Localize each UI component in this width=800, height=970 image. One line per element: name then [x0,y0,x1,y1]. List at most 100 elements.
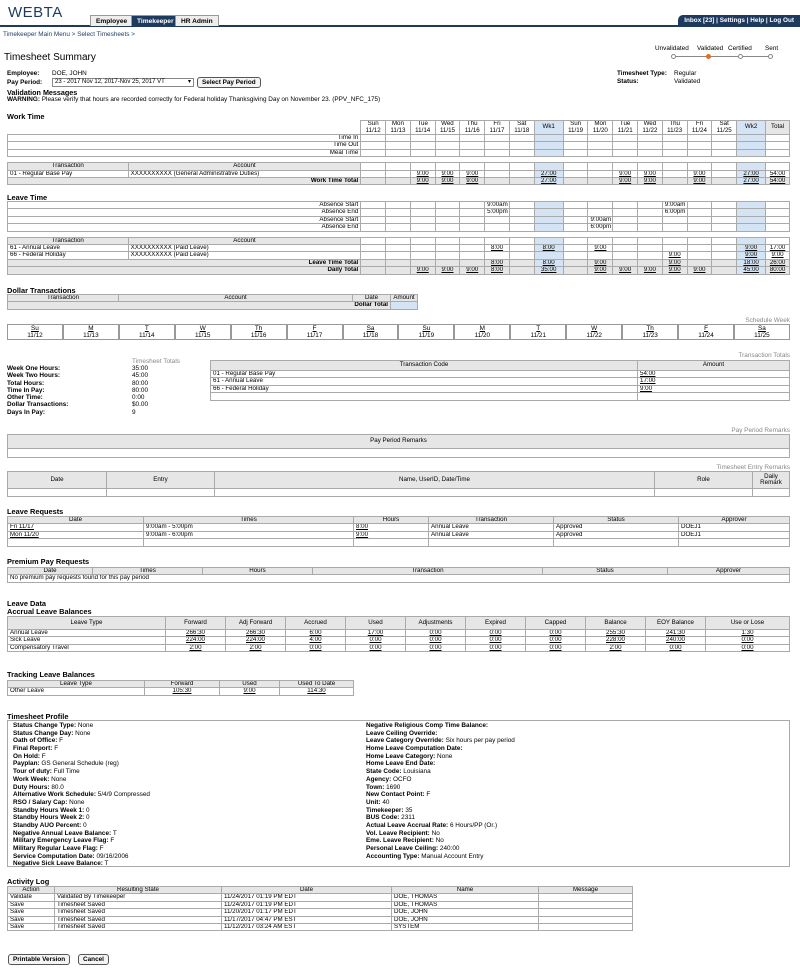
profile-row: Oath of Office: F [13,737,150,745]
time-cell [409,244,436,253]
schedule-day: M 11/13 [62,324,119,340]
time-cell [661,244,688,253]
help-link[interactable]: Help [750,17,764,24]
pay-period-remarks-table: Pay Period Remarks [7,434,790,458]
col-header: EOY Balance [645,616,706,630]
pay-period-select[interactable]: 23 - 2017 Nov 12, 2017-Nov 25, 2017 VT ▾ [52,78,194,87]
time-cell [587,236,614,246]
transaction-cell: 61 - Annual Leave [7,244,129,253]
inbox-link[interactable]: Inbox [23] [684,17,714,24]
tab-timekeeper[interactable]: Timekeeper [131,15,180,26]
time-cell: 9:00 [434,169,461,179]
profile-row: Home Leave Category: None [366,753,515,761]
time-cell [562,162,589,171]
breadcrumb-current[interactable]: Select Timesheets [77,31,129,38]
profile-row: Payplan: GS General Schedule (reg) [13,760,150,768]
table-cell [7,538,144,547]
settings-link[interactable]: Settings [720,17,745,24]
select-pay-period-button[interactable]: Select Pay Period [197,77,261,88]
time-cell [484,251,510,260]
table-cell: 0:00 [525,636,586,645]
time-cell: 54:00 [765,169,790,179]
profile-label: Alternative Work Schedule: [13,791,96,799]
time-cell [686,236,713,246]
time-cell [409,200,436,210]
table-cell: 8:00 [353,523,429,532]
day-date: 11/24 [691,126,707,134]
printable-version-button[interactable]: Printable Version [8,954,71,965]
logout-link[interactable]: Log Out [770,17,795,24]
profile-label: Standby Hours Week 1: [13,806,85,814]
pay-period-remarks-label: Pay Period Remarks [731,427,790,434]
table-cell: Validated By Timekeeper [54,893,222,902]
time-cell [385,200,411,210]
tab-employee[interactable]: Employee [90,15,134,26]
total-label: Week One Hours: [7,365,61,372]
col-header: Account [127,236,362,246]
table-cell: 224:00 [165,636,226,645]
col-header: Adjustments [405,616,466,630]
time-cell [360,223,387,232]
time-cell [562,141,589,150]
table-cell: 0:00 [285,643,346,653]
dollar-total-label: Dollar Total [7,301,391,310]
total-label: Total Hours: [7,379,45,387]
schedule-day-date: 11/16 [250,332,267,339]
remarks-content[interactable] [7,448,790,458]
profile-row: Alternative Work Schedule: 5/4/9 Compres… [13,791,150,799]
breadcrumb-main[interactable]: Timekeeper Main Menu [3,31,70,38]
time-cell [409,251,436,260]
profile-value: T [104,860,109,868]
schedule-day-date: 11/15 [194,332,211,339]
time-cell [484,148,510,158]
time-cell [360,162,387,171]
total-value: 80:00 [132,386,148,394]
col-header: Action [7,885,55,895]
time-cell [711,258,738,268]
table-cell [538,893,633,902]
profile-value: F [54,745,59,753]
time-cell [562,177,589,186]
time-cell [508,208,535,217]
cancel-button[interactable]: Cancel [78,954,109,965]
day-header: Fri 11/24 [686,120,713,135]
profile-row: RSO / Salary Cap: None [13,799,150,807]
time-cell [587,177,614,186]
table-cell: DOE, JOHN [391,908,539,917]
time-cell [765,133,790,143]
tx-code: 61 - Annual Leave [210,377,638,386]
time-cell [765,162,790,171]
time-cell [459,208,486,217]
step-dot [671,54,676,59]
time-cell [661,236,688,246]
validation-message: WARNING: Please verify that hours are re… [7,96,380,103]
time-cell [508,266,535,275]
time-cell [409,133,436,143]
tab-hr-admin[interactable]: HR Admin [175,15,219,26]
profile-value: Six hours per pay period [445,737,515,745]
time-cell: 9:00 [459,266,486,275]
table-row: Action Resulting State Date Name Message [7,885,633,895]
time-cell: 54:00 [765,177,790,186]
time-cell: 9:00 [434,177,461,186]
time-cell [736,208,767,217]
time-cell [661,133,688,143]
total-row: Dollar Transactions: $0.00 [7,401,148,408]
time-cell [736,215,767,225]
table-row: Leave Type Forward Used Used To Date [7,679,354,689]
account-cell: XXXXXXXXXX (Paid Leave) [127,244,362,253]
profile-row: Negative Annual Leave Balance: T [13,830,150,838]
tracking-table: Leave Type Forward Used Used To Date Other L… [7,679,354,696]
work-time-grid: Sun 11/12 Mon 11/13 Tue 11/14 Wed 11/15 Thu 11/16… [6,120,790,186]
time-cell [459,244,486,253]
premium-table: Date Times Hours Transaction Status Approver … [7,566,790,583]
col-header: Transaction Code [210,360,638,371]
total-value: 0:00 [132,394,145,402]
day-header: Sun 11/12 [360,120,387,135]
tracking-title: Tracking Leave Balances [7,670,95,679]
table-cell: 9:00am - 6:00pm [143,530,354,540]
time-cell [562,251,589,260]
table-row: 01 - Regular Base Pay 54:00 [210,369,790,379]
time-cell [711,208,738,217]
tx-amount: 17:00 [637,377,790,386]
